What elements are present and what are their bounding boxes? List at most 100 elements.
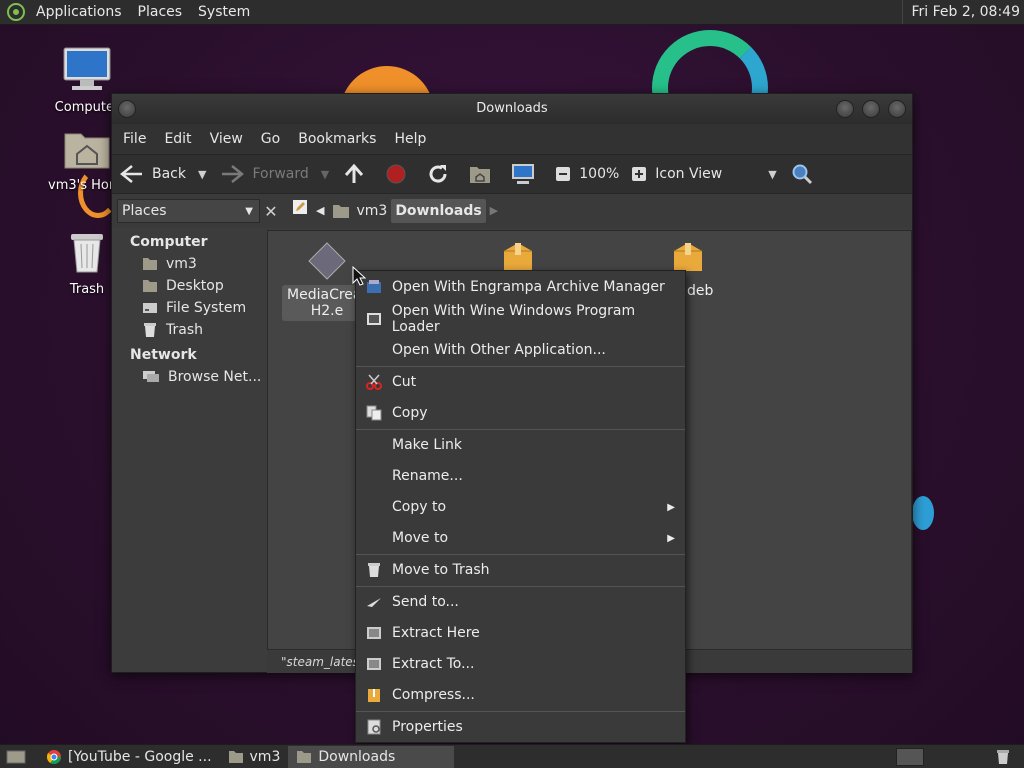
zoom-level: 100% xyxy=(579,166,620,182)
archive-manager-icon xyxy=(367,280,381,293)
menu-item-move-to[interactable]: Move to ▶ xyxy=(356,523,685,553)
zoom-in-icon xyxy=(632,167,647,181)
minimize-button[interactable] xyxy=(836,100,854,118)
sidebar-item-vm3[interactable]: vm3 xyxy=(116,253,264,275)
menu-item-label: Rename... xyxy=(392,468,463,484)
wine-icon xyxy=(366,313,381,325)
window-menu-button[interactable] xyxy=(118,100,136,118)
menu-item-move-to-trash[interactable]: Move to Trash xyxy=(356,555,685,585)
toolbar: Back ▼ Forward ▼ 100% Icon View ▼ xyxy=(112,154,912,194)
menu-item-label: Extract Here xyxy=(392,625,480,641)
menu-item-cut[interactable]: Cut xyxy=(356,367,685,397)
menu-item-label: Make Link xyxy=(392,437,462,453)
menu-bookmarks[interactable]: Bookmarks xyxy=(289,131,385,147)
menu-places[interactable]: Places xyxy=(130,4,191,20)
back-history-dropdown[interactable]: ▼ xyxy=(198,168,206,181)
menu-applications[interactable]: Applications xyxy=(28,4,130,20)
reload-button[interactable] xyxy=(427,163,457,185)
menu-item-properties[interactable]: Properties xyxy=(356,712,685,742)
breadcrumb-downloads[interactable]: Downloads xyxy=(391,199,486,223)
menu-item-label: Move to xyxy=(392,530,449,546)
copy-icon xyxy=(366,405,382,421)
taskbar-item-label: vm3 xyxy=(249,748,281,765)
menu-item-label: Properties xyxy=(392,719,463,735)
menu-go[interactable]: Go xyxy=(252,131,289,147)
home-button[interactable] xyxy=(469,164,499,184)
home-folder-icon xyxy=(64,133,110,169)
window-menubar: File Edit View Go Bookmarks Help xyxy=(112,124,912,154)
menu-item-make-link[interactable]: Make Link xyxy=(356,430,685,460)
sidebar-item-trash[interactable]: Trash xyxy=(116,319,264,341)
show-desktop-button[interactable] xyxy=(0,746,38,768)
menu-help[interactable]: Help xyxy=(385,131,435,147)
sidebar-item-browse-network[interactable]: Browse Net... xyxy=(116,366,264,388)
menu-item-copy-to[interactable]: Copy to ▶ xyxy=(356,492,685,522)
stop-button[interactable] xyxy=(385,163,415,185)
close-sidebar-icon[interactable]: ✕ xyxy=(260,202,282,221)
edit-location-button[interactable] xyxy=(288,199,312,223)
menu-view[interactable]: View xyxy=(201,131,252,147)
menu-file[interactable]: File xyxy=(114,131,155,147)
bottom-panel: [YouTube - Google ... vm3 Downloads xyxy=(0,744,1024,768)
maximize-button[interactable] xyxy=(862,100,880,118)
view-mode-dropdown[interactable]: ▼ xyxy=(768,168,776,181)
decor-blue-dot xyxy=(912,496,934,530)
submenu-arrow-icon: ▶ xyxy=(667,532,675,544)
trash-icon xyxy=(71,234,103,273)
taskbar-item-browser[interactable]: [YouTube - Google ... xyxy=(38,746,220,768)
panel-clock[interactable]: Fri Feb 2, 08:49 xyxy=(902,0,1020,24)
sidebar-item-file-system[interactable]: File System xyxy=(116,297,264,319)
sidebar-type-value: Places xyxy=(122,203,167,219)
menu-item-label: Open With Wine Windows Program Loader xyxy=(391,303,636,335)
search-button[interactable] xyxy=(791,163,821,185)
trash-applet[interactable] xyxy=(992,746,1020,768)
menu-item-extract-to[interactable]: Extract To... xyxy=(356,649,685,679)
context-menu: Open With Engrampa Archive Manager Open … xyxy=(355,270,686,743)
sidebar-type-select[interactable]: Places ▼ xyxy=(117,199,260,223)
distro-logo-icon[interactable] xyxy=(6,2,26,22)
path-forward-arrow[interactable]: ▶ xyxy=(486,199,502,223)
computer-button[interactable] xyxy=(511,163,543,185)
menu-item-label: Move to Trash xyxy=(392,562,490,578)
sidebar-item-desktop[interactable]: Desktop xyxy=(116,275,264,297)
menu-item-open-wine[interactable]: Open With Wine Windows Program Loader xyxy=(356,303,685,335)
breadcrumb-vm3[interactable]: vm3 xyxy=(328,199,391,223)
mouse-cursor-icon xyxy=(352,266,366,286)
package-icon xyxy=(504,243,532,271)
menu-system[interactable]: System xyxy=(190,4,258,20)
computer-icon xyxy=(63,47,111,90)
path-back-arrow[interactable]: ◀ xyxy=(312,199,328,223)
forward-arrow-icon xyxy=(222,165,245,183)
menu-edit[interactable]: Edit xyxy=(155,131,200,147)
taskbar-item-downloads[interactable]: Downloads xyxy=(288,745,455,768)
reload-icon xyxy=(429,165,447,183)
pencil-icon xyxy=(293,200,307,214)
taskbar-item-vm3[interactable]: vm3 xyxy=(220,746,289,768)
desktop-folder-icon xyxy=(143,280,157,292)
location-bar: Places ▼ ✕ ◀ vm3 Downloads ▶ xyxy=(112,194,912,228)
close-button[interactable] xyxy=(888,100,906,118)
places-sidebar: Computer vm3 Desktop File System Trash N… xyxy=(116,230,264,670)
forward-button[interactable]: Forward xyxy=(220,164,309,184)
up-button[interactable] xyxy=(343,163,373,185)
zoom-out-button[interactable]: 100% xyxy=(555,166,619,182)
stop-icon xyxy=(386,164,406,184)
menu-item-rename[interactable]: Rename... xyxy=(356,461,685,491)
menu-item-compress[interactable]: Compress... xyxy=(356,680,685,710)
taskbar-item-label: [YouTube - Google ... xyxy=(68,748,212,765)
zoom-in-button[interactable]: Icon View xyxy=(631,166,722,182)
menu-item-open-engrampa[interactable]: Open With Engrampa Archive Manager xyxy=(356,272,685,302)
compress-icon xyxy=(368,689,380,702)
menu-item-send-to[interactable]: Send to... xyxy=(356,587,685,617)
forward-history-dropdown[interactable]: ▼ xyxy=(321,168,329,181)
menu-item-open-other[interactable]: Open With Other Application... xyxy=(356,335,685,365)
workspace-active[interactable] xyxy=(896,747,924,766)
menu-item-extract-here[interactable]: Extract Here xyxy=(356,618,685,648)
window-title: Downloads xyxy=(476,101,548,116)
menu-item-label: Open With Engrampa Archive Manager xyxy=(392,279,665,295)
trash-icon xyxy=(997,749,1009,764)
back-button[interactable]: Back xyxy=(120,164,186,184)
menu-item-copy[interactable]: Copy xyxy=(356,398,685,428)
window-titlebar[interactable]: Downloads xyxy=(112,94,912,124)
workspace-switcher[interactable] xyxy=(896,746,924,768)
